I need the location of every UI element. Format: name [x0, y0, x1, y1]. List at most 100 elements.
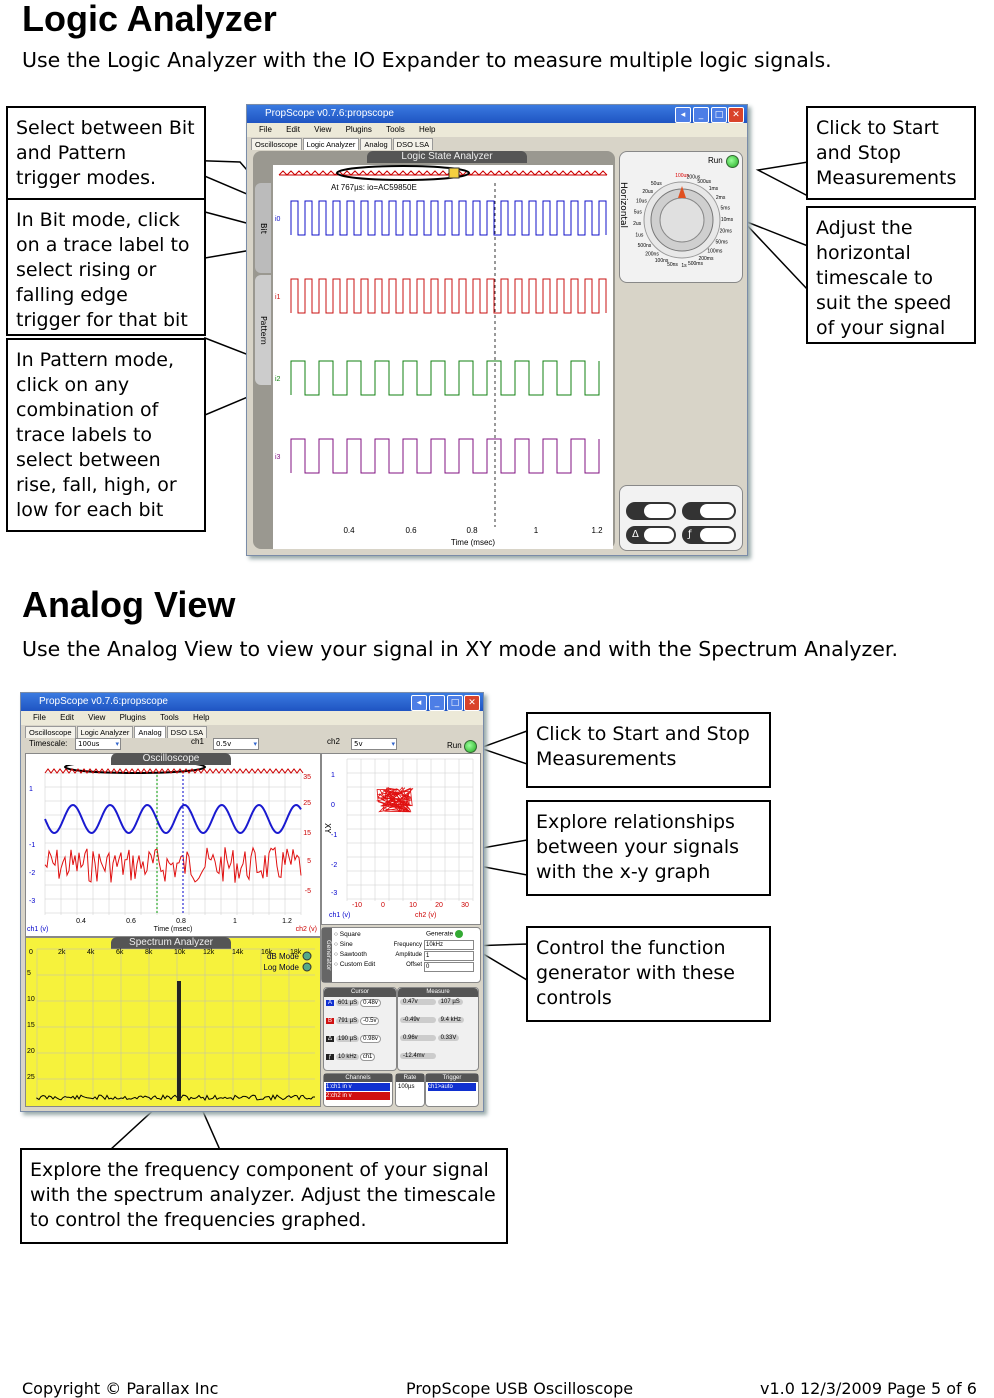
trigger-value[interactable]: ch1>auto [428, 1083, 476, 1091]
analog-tab-oscilloscope[interactable]: Oscilloscope [25, 726, 76, 738]
dial-label: 100ms [707, 249, 723, 255]
dial-label: 5ms [721, 206, 731, 212]
amplitude-field[interactable]: 1 [424, 951, 474, 961]
menu-edit[interactable]: Edit [286, 125, 300, 134]
analog-window-maximize-icon[interactable]: □ [447, 695, 463, 711]
menu-tools[interactable]: Tools [386, 125, 405, 134]
analog-run-button[interactable] [464, 740, 477, 753]
xy-y-tick: 1 [331, 772, 335, 779]
waveform-sawtooth[interactable]: ○ Sawtooth [334, 950, 375, 960]
window-maximize-icon[interactable]: □ [711, 107, 727, 123]
db-mode-toggle[interactable] [302, 951, 312, 961]
pattern-mode-tab[interactable]: Pattern [255, 275, 271, 385]
window-help-icon[interactable]: ◂ [675, 107, 691, 123]
ch2-label: ch2 [327, 737, 340, 746]
cursor-row[interactable]: ƒ 10 kHz ch1 [326, 1053, 394, 1069]
measure-slot-2[interactable] [682, 502, 736, 520]
measure-row[interactable]: -12.4mv [400, 1053, 476, 1069]
analog-menu-file[interactable]: File [33, 713, 46, 722]
rate-value[interactable]: 100µs [398, 1084, 422, 1090]
channel-1-entry[interactable]: 1:ch1 in v [326, 1083, 390, 1091]
spectrum-x-tick: 6k [116, 949, 124, 956]
measure-row[interactable]: 0.47v 107 µS [400, 999, 476, 1015]
ch1-scale-select[interactable]: 0.5v ▾ [213, 738, 259, 750]
dial-label: 500us [697, 179, 711, 185]
trace-label-i1[interactable]: i1 [275, 294, 281, 301]
xy-x-tick: 10 [409, 902, 417, 909]
menu-view[interactable]: View [314, 125, 331, 134]
logic-plot-area: At 767µs: io=AC59850E i0 i1 i2 i3 0.4 0.6 0.8… [273, 165, 613, 549]
analog-menu-tools[interactable]: Tools [160, 713, 179, 722]
dial-label: 5us [634, 210, 643, 216]
cursor-time: 791 µS [336, 1018, 360, 1024]
tab-analog[interactable]: Analog [360, 138, 392, 150]
cursor-row[interactable]: A 601 µS 0.48v [326, 999, 394, 1015]
channel-2-entry[interactable]: 2:ch2 in v [326, 1092, 390, 1100]
dial-label: 50ns [667, 262, 678, 268]
trace-label-i2[interactable]: i2 [275, 376, 281, 383]
trigger-marker-icon[interactable] [448, 167, 460, 179]
analog-tab-analog[interactable]: Analog [134, 726, 166, 738]
analog-view-subtitle: Use the Analog View to view your signal … [22, 637, 898, 661]
spectrum-y-tick: 25 [27, 1074, 35, 1081]
analog-window-close-icon[interactable]: ✕ [464, 695, 480, 711]
bit-mode-tab[interactable]: Bit [255, 183, 271, 273]
measure-row[interactable]: -0.49v 9.4 kHz [400, 1017, 476, 1033]
spectrum-y-tick: 5 [27, 970, 31, 977]
analog-menu-plugins[interactable]: Plugins [120, 713, 146, 722]
frequency-button[interactable]: ƒ [682, 526, 736, 544]
spectrum-x-tick: 2k [58, 949, 66, 956]
trace-label-i3[interactable]: i3 [275, 454, 281, 461]
log-mode-toggle[interactable] [302, 962, 312, 972]
generate-button[interactable]: Generate [426, 930, 463, 938]
window-close-icon[interactable]: ✕ [728, 107, 744, 123]
analog-menu-help[interactable]: Help [193, 713, 209, 722]
menu-help[interactable]: Help [419, 125, 435, 134]
cursor-row[interactable]: Δ 190 µS 0.98v [326, 1035, 394, 1051]
waveform-square[interactable]: ○ Square [334, 930, 375, 940]
measure-title: Measure [398, 988, 478, 997]
timescale-select[interactable]: 100us ▾ [75, 738, 121, 750]
logic-x-tick: 0.4 [343, 526, 355, 535]
scope-left-tick: -1 [29, 842, 35, 849]
menu-plugins[interactable]: Plugins [346, 125, 372, 134]
analog-run-label: Run [447, 741, 462, 750]
trace-i1 [290, 278, 607, 314]
waveform-sine[interactable]: ○ Sine [334, 940, 375, 950]
cursor-value: 0.98v [360, 1035, 381, 1043]
waveform-custom[interactable]: ○ Custom Edit [334, 960, 375, 970]
tab-logic-analyzer[interactable]: Logic Analyzer [302, 138, 360, 150]
delta-button[interactable]: Δ [626, 526, 676, 544]
analog-tab-logic-analyzer[interactable]: Logic Analyzer [76, 726, 134, 738]
xy-graph: 10-1-2-3-10 0 10 20 30 ch1 (v) ch2 (v) [329, 758, 474, 919]
window-minimize-icon[interactable]: _ [693, 107, 709, 123]
dial-label: 2us [633, 221, 642, 227]
edit-button[interactable]: Edit [364, 961, 375, 968]
analog-menu-edit[interactable]: Edit [60, 713, 74, 722]
footer-title: PropScope USB Oscilloscope [406, 1379, 634, 1398]
measure-value: 0.96v [400, 1035, 436, 1041]
scope-ch2-axis: ch2 (v) [296, 926, 317, 933]
dial-label: 1s [681, 263, 687, 269]
ch1-scale-value: 0.5v [216, 740, 232, 748]
tab-dso-lsa[interactable]: DSO LSA [392, 138, 434, 150]
timescale-dial[interactable]: 100us200us500us1ms2ms5ms10ms20ms50ms100m… [620, 152, 742, 282]
offset-field[interactable]: 0 [424, 962, 474, 972]
frequency-field[interactable]: 10kHz [424, 940, 474, 950]
analog-menu-view[interactable]: View [88, 713, 105, 722]
callout-pattern-mode: In Pattern mode, click on any combinatio… [6, 338, 206, 532]
analog-window-help-icon[interactable]: ◂ [411, 695, 427, 711]
cursor-row[interactable]: B 791 µS -0.5v [326, 1017, 394, 1033]
xy-y-tick: -1 [331, 832, 337, 839]
trace-label-i0[interactable]: i0 [275, 216, 281, 223]
measure-slot-1[interactable] [626, 502, 676, 520]
tab-oscilloscope[interactable]: Oscilloscope [251, 138, 302, 150]
ch2-scale-select[interactable]: 5v ▾ [351, 738, 397, 750]
tab-strip: Oscilloscope Logic Analyzer Analog DSO LSA [251, 138, 434, 150]
spectrum-x-tick: 8k [145, 949, 153, 956]
analog-window-minimize-icon[interactable]: _ [429, 695, 445, 711]
menu-file[interactable]: File [259, 125, 272, 134]
measure-row[interactable]: 0.96v 0.33V [400, 1035, 476, 1051]
window-titlebar: PropScope v0.7.6:propscope [247, 105, 747, 123]
generate-indicator-icon [454, 930, 463, 938]
